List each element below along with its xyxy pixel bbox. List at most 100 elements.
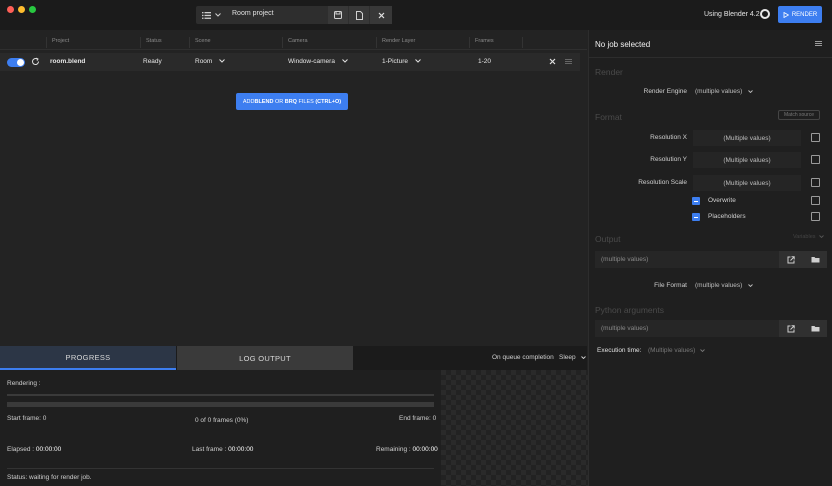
- status-divider: [7, 468, 434, 469]
- resolution-scale-label: Resolution Scale: [638, 179, 687, 186]
- status-text: Status: waiting for render job.: [7, 474, 92, 481]
- total-progress-bar: [7, 402, 434, 407]
- job-table: Project Status Scene Camera Render Layer…: [0, 30, 587, 346]
- resolution-y-checkbox[interactable]: [811, 155, 820, 164]
- execution-time-value: (Multiple values): [648, 347, 696, 354]
- job-camera-select[interactable]: Window-camera: [288, 58, 348, 65]
- refresh-icon[interactable]: [31, 57, 40, 66]
- resolution-scale-input[interactable]: (Multiple values): [693, 175, 801, 191]
- job-scene-select[interactable]: Room: [195, 58, 226, 65]
- last-frame-value: 00:00:00: [228, 446, 254, 453]
- python-section-title: Python arguments: [595, 305, 664, 315]
- progress-panel: Rendering : Start frame: 0 0 of 0 frames…: [0, 370, 441, 486]
- execution-time-select[interactable]: (Multiple values): [648, 347, 705, 354]
- minimize-window-button[interactable]: [18, 6, 25, 13]
- panel-header: No job selected: [589, 30, 832, 58]
- chevron-down-icon: [414, 59, 421, 63]
- table-row[interactable]: room.blend Ready Room Window-camera 1-Pi…: [0, 53, 580, 71]
- rendering-label: Rendering :: [7, 380, 41, 387]
- add-files-pre: ADD: [242, 98, 255, 105]
- output-variables-select[interactable]: Variables: [793, 234, 824, 240]
- save-project-button[interactable]: [328, 6, 348, 24]
- overwrite-enable-checkbox[interactable]: [811, 196, 820, 205]
- file-format-value: (multiple values): [695, 282, 743, 289]
- file-icon: [355, 10, 363, 20]
- python-args-field[interactable]: (multiple values): [595, 320, 827, 337]
- match-source-button[interactable]: Match source: [778, 110, 820, 120]
- new-file-button[interactable]: [349, 6, 369, 24]
- queue-completion-value: Sleep: [559, 354, 576, 361]
- job-status: Ready: [143, 58, 162, 65]
- open-python-button[interactable]: [779, 320, 803, 337]
- job-scene-value: Room: [195, 58, 213, 65]
- project-name[interactable]: Room project: [232, 10, 274, 17]
- render-button[interactable]: RENDER: [778, 6, 822, 23]
- render-engine-label: Render Engine: [643, 88, 687, 95]
- blender-icon[interactable]: [760, 9, 770, 19]
- resolution-x-input[interactable]: (Multiple values): [693, 130, 801, 146]
- project-selector: Room project: [196, 6, 392, 24]
- maximize-window-button[interactable]: [29, 6, 36, 13]
- save-icon: [334, 11, 342, 19]
- resolution-x-label: Resolution X: [650, 134, 687, 141]
- column-header-camera[interactable]: Camera: [288, 38, 308, 44]
- overwrite-label: Overwrite: [708, 197, 736, 204]
- placeholders-label: Placeholders: [708, 213, 746, 220]
- blender-version-label: Using Blender 4.2: [704, 11, 760, 18]
- queue-completion-select[interactable]: Sleep: [559, 354, 587, 361]
- close-window-button[interactable]: [7, 6, 14, 13]
- panel-title: No job selected: [595, 40, 651, 49]
- execution-time-label: Execution time:: [597, 347, 642, 354]
- placeholders-enable-checkbox[interactable]: [811, 212, 820, 221]
- column-header-status[interactable]: Status: [146, 38, 162, 44]
- open-external-icon: [787, 324, 795, 333]
- python-args-value: (multiple values): [601, 325, 649, 332]
- browse-python-button[interactable]: [803, 320, 827, 337]
- tab-progress[interactable]: PROGRESS: [0, 346, 176, 370]
- job-render-layer-select[interactable]: 1-Picture: [382, 58, 421, 65]
- job-properties-panel: No job selected Render Render Engine (mu…: [588, 30, 832, 486]
- add-files-mid: OR: [273, 98, 285, 105]
- drag-handle-icon[interactable]: [565, 59, 572, 64]
- tab-log-output[interactable]: LOG OUTPUT: [177, 346, 353, 370]
- hamburger-icon[interactable]: [815, 41, 822, 46]
- last-frame-label: Last frame :: [192, 446, 229, 453]
- job-frames[interactable]: 1-20: [478, 58, 491, 65]
- browse-output-button[interactable]: [803, 251, 827, 268]
- resolution-y-input[interactable]: (Multiple values): [693, 152, 801, 168]
- chevron-down-icon: [219, 59, 226, 63]
- resolution-scale-checkbox[interactable]: [811, 178, 820, 187]
- chevron-down-icon: [748, 284, 753, 287]
- open-output-button[interactable]: [779, 251, 803, 268]
- render-engine-select[interactable]: (multiple values): [695, 88, 753, 95]
- project-menu-button[interactable]: [196, 6, 226, 24]
- placeholders-checkbox[interactable]: [692, 213, 700, 221]
- remaining-value: 00:00:00: [412, 446, 438, 453]
- column-header-scene[interactable]: Scene: [195, 38, 211, 44]
- chevron-down-icon: [341, 59, 348, 63]
- remaining-text: Remaining : 00:00:00: [376, 446, 438, 453]
- open-external-icon: [787, 255, 795, 264]
- close-project-button[interactable]: [370, 6, 392, 24]
- column-header-project[interactable]: Project: [52, 38, 69, 44]
- remaining-label: Remaining :: [376, 446, 413, 453]
- column-header-frames[interactable]: Frames: [475, 38, 494, 44]
- overwrite-checkbox[interactable]: [692, 197, 700, 205]
- output-section-title: Output: [595, 234, 621, 244]
- render-preview: [441, 370, 588, 486]
- render-button-label: RENDER: [791, 11, 818, 18]
- job-enable-toggle[interactable]: [7, 58, 25, 67]
- folder-icon: [811, 256, 820, 263]
- output-path-field[interactable]: (multiple values): [595, 251, 827, 268]
- queue-completion-label: On queue completion: [492, 354, 554, 361]
- column-header-render-layer[interactable]: Render Layer: [382, 38, 415, 44]
- frames-count-text: 0 of 0 frames (0%): [195, 417, 249, 424]
- resolution-x-checkbox[interactable]: [811, 133, 820, 142]
- render-section-title: Render: [595, 67, 623, 77]
- add-files-button[interactable]: ADD BLEND OR BRQ FILES (CTRL+O): [236, 93, 348, 110]
- add-files-shortcut: (CTRL+O): [315, 98, 342, 105]
- title-bar: Room project Using Blender 4.2 RENDER: [0, 0, 832, 30]
- job-camera-value: Window-camera: [288, 58, 335, 65]
- close-icon[interactable]: [549, 58, 556, 65]
- file-format-select[interactable]: (multiple values): [695, 282, 753, 289]
